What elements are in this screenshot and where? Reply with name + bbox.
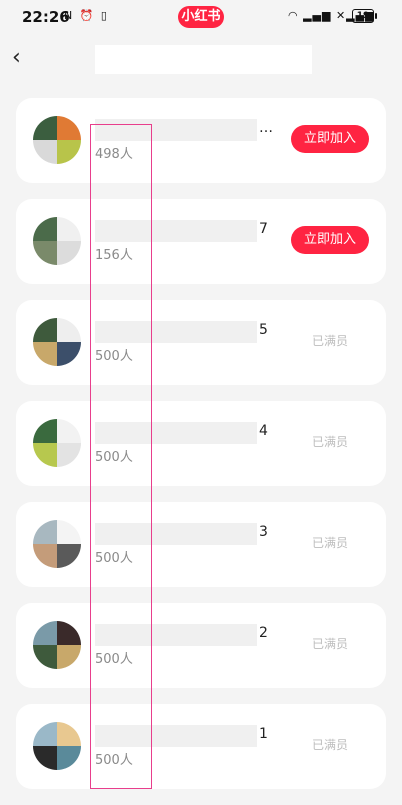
full-status-label: 已满员 bbox=[311, 738, 348, 752]
avatar-tile bbox=[33, 544, 57, 568]
avatar-tile bbox=[33, 645, 57, 669]
group-avatar bbox=[33, 419, 81, 467]
group-name-suffix: 2 bbox=[259, 625, 268, 641]
avatar-tile bbox=[57, 645, 81, 669]
group-avatar bbox=[33, 621, 81, 669]
avatar-tile bbox=[57, 342, 81, 366]
avatar-tile bbox=[33, 419, 57, 443]
avatar-tile bbox=[57, 419, 81, 443]
group-card[interactable]: 3 500人 已满员 bbox=[16, 502, 386, 587]
avatar-tile bbox=[57, 241, 81, 265]
group-card[interactable]: … 498人 立即加入 bbox=[16, 98, 386, 183]
avatar-tile bbox=[33, 443, 57, 467]
avatar-tile bbox=[57, 318, 81, 342]
group-avatar bbox=[33, 116, 81, 164]
group-avatar bbox=[33, 318, 81, 366]
avatar-tile bbox=[57, 746, 81, 770]
back-icon[interactable]: ‹ bbox=[12, 46, 34, 70]
avatar-tile bbox=[57, 544, 81, 568]
notification-icons: N ⏰ ▯ bbox=[64, 9, 109, 22]
avatar-tile bbox=[57, 621, 81, 645]
avatar-tile bbox=[57, 140, 81, 164]
avatar-tile bbox=[57, 217, 81, 241]
status-bar: 22:26 N ⏰ ▯ 小红书 ◠ ▂▄▆ ✕▂▄▆ 19 bbox=[0, 0, 402, 34]
status-time: 22:26 bbox=[22, 8, 70, 26]
avatar-tile bbox=[33, 722, 57, 746]
group-name-suffix: … bbox=[259, 120, 273, 136]
group-avatar bbox=[33, 217, 81, 265]
group-card[interactable]: 1 500人 已满员 bbox=[16, 704, 386, 789]
group-name-suffix: 4 bbox=[259, 423, 268, 439]
join-button[interactable]: 立即加入 bbox=[291, 226, 369, 254]
group-card[interactable]: 2 500人 已满员 bbox=[16, 603, 386, 688]
avatar-tile bbox=[33, 342, 57, 366]
avatar-tile bbox=[33, 241, 57, 265]
full-status-label: 已满员 bbox=[311, 536, 348, 550]
avatar-tile bbox=[33, 217, 57, 241]
group-name-suffix: 3 bbox=[259, 524, 268, 540]
avatar-tile bbox=[33, 520, 57, 544]
page-title bbox=[95, 45, 312, 74]
avatar-tile bbox=[57, 520, 81, 544]
group-name-suffix: 7 bbox=[259, 221, 268, 237]
group-name-suffix: 5 bbox=[259, 322, 268, 338]
full-status-label: 已满员 bbox=[311, 435, 348, 449]
avatar-tile bbox=[57, 116, 81, 140]
group-card[interactable]: 4 500人 已满员 bbox=[16, 401, 386, 486]
group-name-suffix: 1 bbox=[259, 726, 268, 742]
avatar-tile bbox=[57, 722, 81, 746]
join-button[interactable]: 立即加入 bbox=[291, 125, 369, 153]
group-card[interactable]: 5 500人 已满员 bbox=[16, 300, 386, 385]
avatar-tile bbox=[33, 116, 57, 140]
avatar-tile bbox=[57, 443, 81, 467]
avatar-tile bbox=[33, 140, 57, 164]
avatar-tile bbox=[33, 621, 57, 645]
group-list: … 498人 立即加入 7 156人 立即加入 5 500人 已满员 4 500人 已满员 3 500人已… bbox=[16, 98, 386, 805]
full-status-label: 已满员 bbox=[311, 637, 348, 651]
selection-highlight-box bbox=[90, 124, 152, 789]
group-avatar bbox=[33, 722, 81, 770]
app-pill[interactable]: 小红书 bbox=[178, 6, 224, 28]
avatar-tile bbox=[33, 318, 57, 342]
group-avatar bbox=[33, 520, 81, 568]
full-status-label: 已满员 bbox=[311, 334, 348, 348]
group-card[interactable]: 7 156人 立即加入 bbox=[16, 199, 386, 284]
avatar-tile bbox=[33, 746, 57, 770]
battery-icon: 19 bbox=[352, 9, 377, 23]
